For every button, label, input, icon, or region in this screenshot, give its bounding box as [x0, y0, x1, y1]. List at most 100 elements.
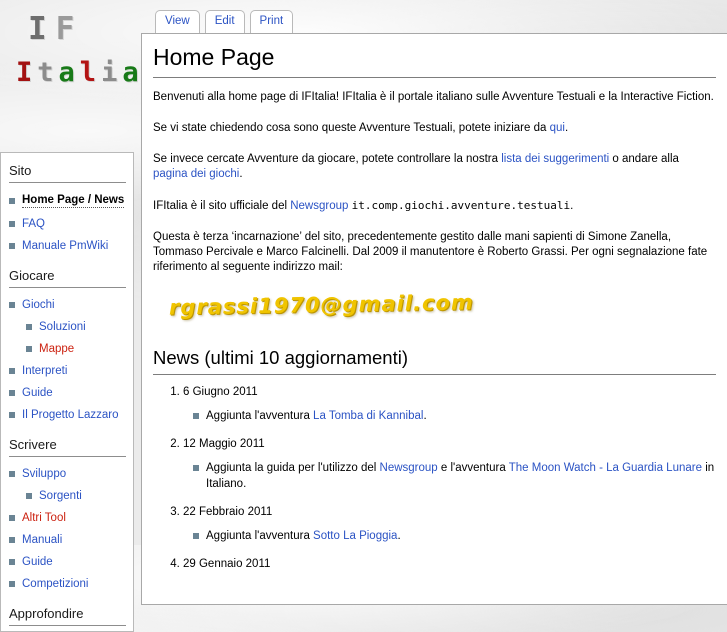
news-heading: News (ultimi 10 aggiornamenti) — [153, 347, 716, 375]
news-entry: Aggiunta la guida per l'utilizzo del New… — [193, 460, 716, 492]
bullet-icon — [9, 302, 15, 308]
main-content-panel: Home Page Benvenuti alla home page di IF… — [141, 33, 727, 605]
news-entry-list: Aggiunta l'avventura La Tomba di Kanniba… — [193, 408, 716, 424]
tab-print[interactable]: Print — [249, 10, 294, 33]
text-span: e l'avventura — [437, 462, 509, 474]
paragraph: Questa è terza ‘incarnazione’ del sito, … — [153, 230, 716, 275]
sidebar-section-title: Sito — [9, 163, 126, 183]
logo-line-if: IF — [28, 14, 144, 45]
text-span: Se vi state chiedendo cosa sono queste A… — [153, 122, 550, 134]
news-item: 12 Maggio 2011 Aggiunta la guida per l'ut… — [183, 437, 716, 492]
sidebar-item: Altri Tool — [9, 512, 126, 524]
paragraph: Se invece cercate Avventure da giocare, … — [153, 152, 716, 182]
page-title: Home Page — [153, 44, 716, 78]
bullet-icon — [26, 346, 32, 352]
paragraph: IFItalia è il sito ufficiale del Newsgro… — [153, 198, 716, 214]
bullet-icon — [26, 324, 32, 330]
bullet-icon — [193, 413, 199, 419]
news-date: 29 Gennaio 2011 — [183, 558, 271, 570]
news-entry: Aggiunta l'avventura Sotto La Pioggia. — [193, 528, 716, 544]
news-entry-list: Aggiunta la guida per l'utilizzo del New… — [193, 460, 716, 492]
bullet-icon — [9, 221, 15, 227]
news-item: 6 Giugno 2011 Aggiunta l'avventura La Tom… — [183, 385, 716, 424]
news-entry: Aggiunta l'avventura La Tomba di Kanniba… — [193, 408, 716, 424]
text-span: IFItalia è il sito ufficiale del — [153, 200, 291, 212]
inline-link[interactable]: La Tomba di Kannibal — [313, 410, 423, 422]
sidebar-item: Il Progetto Lazzaro — [9, 409, 126, 421]
tab-view[interactable]: View — [155, 10, 200, 33]
text-span: Se invece cercate Avventure da giocare, … — [153, 153, 502, 165]
sidebar-link[interactable]: Guide — [22, 556, 53, 568]
sidebar-item: Competizioni — [9, 578, 126, 590]
sidebar-section-scrivere: Scrivere Sviluppo Sorgenti Altri Tool Manual… — [9, 437, 126, 590]
sidebar-link[interactable]: Il Progetto Lazzaro — [22, 409, 119, 421]
inline-link[interactable]: pagina dei giochi — [153, 168, 239, 180]
sidebar-link[interactable]: Mappe — [39, 343, 74, 355]
inline-link[interactable]: Newsgroup — [290, 200, 348, 212]
sidebar-link[interactable]: Altri Tool — [22, 512, 66, 524]
news-date: 12 Maggio 2011 — [183, 438, 265, 450]
sidebar-item: Guide — [9, 387, 126, 399]
sidebar-item: Sorgenti — [26, 490, 126, 502]
text-span: Aggiunta l'avventura — [206, 530, 314, 542]
news-date: 22 Febbraio 2011 — [183, 506, 273, 518]
text-span: Questa è terza ‘incarnazione’ del sito, … — [153, 231, 708, 273]
sidebar-link[interactable]: Manuale PmWiki — [22, 240, 108, 252]
sidebar-section-giocare: Giocare Giochi Soluzioni Mappe Interpreti Gui… — [9, 268, 126, 421]
sidebar-link[interactable]: Giochi — [22, 299, 55, 311]
sidebar-link[interactable]: FAQ — [22, 218, 45, 230]
sidebar-link[interactable]: Interpreti — [22, 365, 67, 377]
text-span: Aggiunta la guida per l'utilizzo del — [206, 462, 380, 474]
sidebar-link[interactable]: Competizioni — [22, 578, 88, 590]
sidebar-item: Manuale PmWiki — [9, 240, 126, 252]
sidebar-section-title: Scrivere — [9, 437, 126, 457]
sidebar-link[interactable]: Manuali — [22, 534, 62, 546]
sidebar-link[interactable]: Sorgenti — [39, 490, 82, 502]
bullet-icon — [193, 533, 199, 539]
sidebar-link[interactable]: Soluzioni — [39, 321, 86, 333]
inline-link[interactable]: qui — [550, 122, 565, 134]
sidebar-section-approfondire: Approfondire — [9, 606, 126, 626]
sidebar-section-sito: Sito Home Page / News FAQ Manuale PmWiki — [9, 163, 126, 252]
bullet-icon — [9, 243, 15, 249]
text-span: . — [397, 530, 401, 542]
site-logo: IF Italia — [16, 14, 144, 88]
sidebar-section-title: Approfondire — [9, 606, 126, 626]
news-date: 6 Giugno 2011 — [183, 386, 258, 398]
sidebar: Sito Home Page / News FAQ Manuale PmWiki Gio… — [0, 152, 134, 632]
sidebar-item: Interpreti — [9, 365, 126, 377]
inline-link[interactable]: Newsgroup — [380, 462, 438, 474]
inline-link[interactable]: lista dei suggerimenti — [501, 153, 609, 165]
bullet-icon — [9, 198, 15, 204]
inline-link[interactable]: The Moon Watch - La Guardia Lunare — [509, 462, 702, 474]
tab-edit[interactable]: Edit — [204, 10, 245, 33]
sidebar-current-page[interactable]: Home Page / News — [22, 194, 125, 208]
text-span: Aggiunta l'avventura — [206, 410, 314, 422]
logo-letter: F — [55, 11, 84, 47]
bullet-icon — [9, 581, 15, 587]
logo-letter: l — [79, 57, 102, 88]
logo-letter: i — [101, 57, 123, 88]
text-span: o andare alla — [609, 153, 679, 165]
sidebar-item-list: Giochi Soluzioni Mappe Interpreti Guide Il Pr… — [9, 299, 126, 421]
text-span: . — [423, 410, 427, 422]
sidebar-item: Home Page / News — [9, 194, 126, 208]
text-span: . — [239, 168, 243, 180]
paragraph: Benvenuti alla home page di IFItalia! IF… — [153, 90, 716, 105]
sidebar-item-list: Home Page / News FAQ Manuale PmWiki — [9, 194, 126, 252]
bullet-icon — [9, 559, 15, 565]
sidebar-link[interactable]: Sviluppo — [22, 468, 66, 480]
intro-paragraphs: Benvenuti alla home page di IFItalia! IF… — [153, 90, 716, 275]
sidebar-item: Giochi — [9, 299, 126, 311]
inline-link[interactable]: Sotto La Pioggia — [313, 530, 397, 542]
news-list: 6 Giugno 2011 Aggiunta l'avventura La Tom… — [153, 385, 716, 572]
sidebar-link[interactable]: Guide — [22, 387, 53, 399]
bullet-icon — [9, 537, 15, 543]
bullet-icon — [9, 368, 15, 374]
bullet-icon — [9, 515, 15, 521]
logo-letter: a — [58, 57, 80, 88]
sidebar-item: FAQ — [9, 218, 126, 230]
sidebar-section-title: Giocare — [9, 268, 126, 288]
sidebar-item-list: Sviluppo Sorgenti Altri Tool Manuali Guide Co… — [9, 468, 126, 590]
text-span: Benvenuti alla home page di IFItalia! IF… — [153, 91, 714, 103]
